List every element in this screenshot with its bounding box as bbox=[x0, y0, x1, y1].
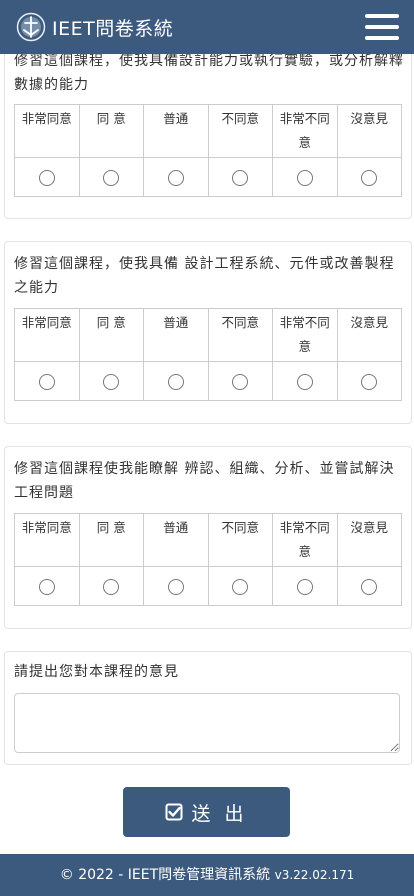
radio-neutral[interactable] bbox=[167, 374, 184, 390]
radio-agree[interactable] bbox=[103, 170, 120, 186]
scale-header-strongly-agree: 非常同意 bbox=[14, 513, 80, 567]
radio-disagree[interactable] bbox=[232, 170, 249, 186]
scale-header-strongly-disagree: 非常不同意 bbox=[272, 308, 338, 362]
scale-header-no-opinion: 沒意見 bbox=[336, 513, 402, 567]
scale-header-agree: 同 意 bbox=[78, 104, 144, 158]
ieet-logo-icon bbox=[16, 12, 46, 42]
radio-disagree[interactable] bbox=[232, 374, 249, 390]
footer-copyright: © 2022 - IEET問卷管理資訊系統 bbox=[59, 867, 271, 883]
question-text-3: 修習這個課程使我能瞭解 辨認、組織、分析、並嘗試解決工程問題 bbox=[14, 461, 395, 501]
radio-no-opinion[interactable] bbox=[361, 170, 378, 186]
likert-table-3: 非常同意 同 意 普通 不同意 非常不同意 沒意見 bbox=[14, 513, 402, 606]
app-title: IEET問卷系統 bbox=[52, 17, 174, 40]
comment-card: 請提出您對本課程的意見 bbox=[4, 651, 412, 765]
likert-table-2: 非常同意 同 意 普通 不同意 非常不同意 沒意見 bbox=[14, 308, 402, 401]
hamburger-menu-icon[interactable] bbox=[365, 14, 399, 40]
likert-table-1: 非常同意 同 意 普通 不同意 非常不同意 沒意見 bbox=[14, 104, 402, 197]
scale-header-neutral: 普通 bbox=[143, 513, 209, 567]
radio-row bbox=[14, 361, 402, 401]
scale-header-row: 非常同意 同 意 普通 不同意 非常不同意 沒意見 bbox=[14, 104, 402, 158]
radio-strongly-agree[interactable] bbox=[38, 170, 55, 186]
scale-header-strongly-agree: 非常同意 bbox=[14, 308, 80, 362]
radio-neutral[interactable] bbox=[167, 170, 184, 186]
question-card-3: 修習這個課程使我能瞭解 辨認、組織、分析、並嘗試解決工程問題 非常同意 同 意 … bbox=[4, 446, 412, 629]
question-text-1: 修習這個課程，使我具備設計能力或執行實驗，或分析解釋數據的能力 bbox=[14, 53, 404, 93]
question-text-2: 修習這個課程，使我具備 設計工程系統、元件或改善製程之能力 bbox=[14, 256, 395, 296]
radio-strongly-agree[interactable] bbox=[38, 579, 55, 595]
scale-header-row: 非常同意 同 意 普通 不同意 非常不同意 沒意見 bbox=[14, 513, 402, 567]
radio-strongly-disagree[interactable] bbox=[296, 579, 313, 595]
scale-header-no-opinion: 沒意見 bbox=[336, 104, 402, 158]
radio-strongly-disagree[interactable] bbox=[296, 170, 313, 186]
question-card-1: 修習這個課程，使我具備設計能力或執行實驗，或分析解釋數據的能力 非常同意 同 意… bbox=[4, 30, 412, 219]
brand-link[interactable]: IEET問卷系統 bbox=[16, 10, 173, 44]
comment-label: 請提出您對本課程的意見 bbox=[14, 664, 179, 680]
scale-header-disagree: 不同意 bbox=[207, 513, 273, 567]
submit-label: 送 出 bbox=[191, 802, 248, 825]
radio-no-opinion[interactable] bbox=[361, 579, 378, 595]
scale-header-agree: 同 意 bbox=[78, 513, 144, 567]
scale-header-neutral: 普通 bbox=[143, 308, 209, 362]
scale-header-strongly-agree: 非常同意 bbox=[14, 104, 80, 158]
radio-agree[interactable] bbox=[103, 579, 120, 595]
scale-header-disagree: 不同意 bbox=[207, 104, 273, 158]
scale-header-neutral: 普通 bbox=[143, 104, 209, 158]
radio-strongly-disagree[interactable] bbox=[296, 374, 313, 390]
scale-header-disagree: 不同意 bbox=[207, 308, 273, 362]
radio-strongly-agree[interactable] bbox=[38, 374, 55, 390]
scale-header-row: 非常同意 同 意 普通 不同意 非常不同意 沒意見 bbox=[14, 308, 402, 362]
scale-header-strongly-disagree: 非常不同意 bbox=[272, 104, 338, 158]
radio-row bbox=[14, 157, 402, 197]
check-square-icon bbox=[165, 803, 183, 821]
radio-neutral[interactable] bbox=[167, 579, 184, 595]
comment-textarea[interactable] bbox=[14, 693, 400, 753]
radio-row bbox=[14, 566, 402, 606]
footer-version: v3.22.02.171 bbox=[274, 868, 355, 882]
page-footer: © 2022 - IEET問卷管理資訊系統 v3.22.02.171 bbox=[0, 854, 414, 896]
scale-header-no-opinion: 沒意見 bbox=[336, 308, 402, 362]
radio-disagree[interactable] bbox=[232, 579, 249, 595]
question-card-2: 修習這個課程，使我具備 設計工程系統、元件或改善製程之能力 非常同意 同 意 普… bbox=[4, 241, 412, 424]
radio-no-opinion[interactable] bbox=[361, 374, 378, 390]
submit-button[interactable]: 送 出 bbox=[123, 787, 290, 837]
top-navbar: IEET問卷系統 bbox=[0, 0, 414, 54]
radio-agree[interactable] bbox=[103, 374, 120, 390]
scale-header-strongly-disagree: 非常不同意 bbox=[272, 513, 338, 567]
scale-header-agree: 同 意 bbox=[78, 308, 144, 362]
